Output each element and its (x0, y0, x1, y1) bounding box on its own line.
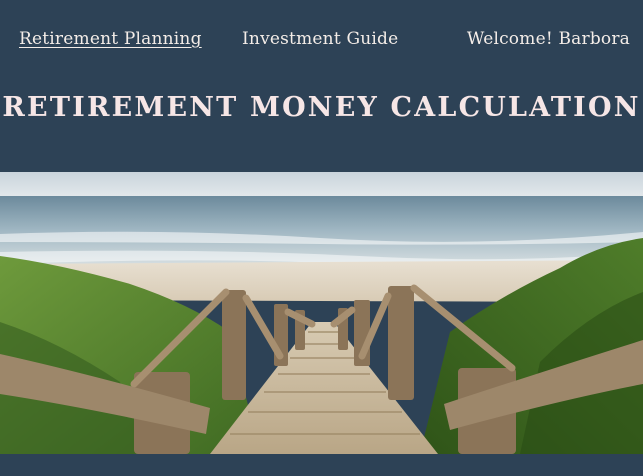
nav-link-investment-guide[interactable]: Investment Guide (242, 29, 398, 49)
nav-link-retirement-planning[interactable]: Retirement Planning (19, 29, 202, 49)
site-header: Retirement Planning Investment Guide Wel… (0, 0, 643, 172)
footer-strip (0, 454, 643, 476)
page-title: RETIREMENT MONEY CALCULATION (2, 92, 641, 123)
welcome-user-text: Welcome! Barbora (466, 29, 630, 49)
hero-image-beach-stairs (0, 172, 643, 454)
